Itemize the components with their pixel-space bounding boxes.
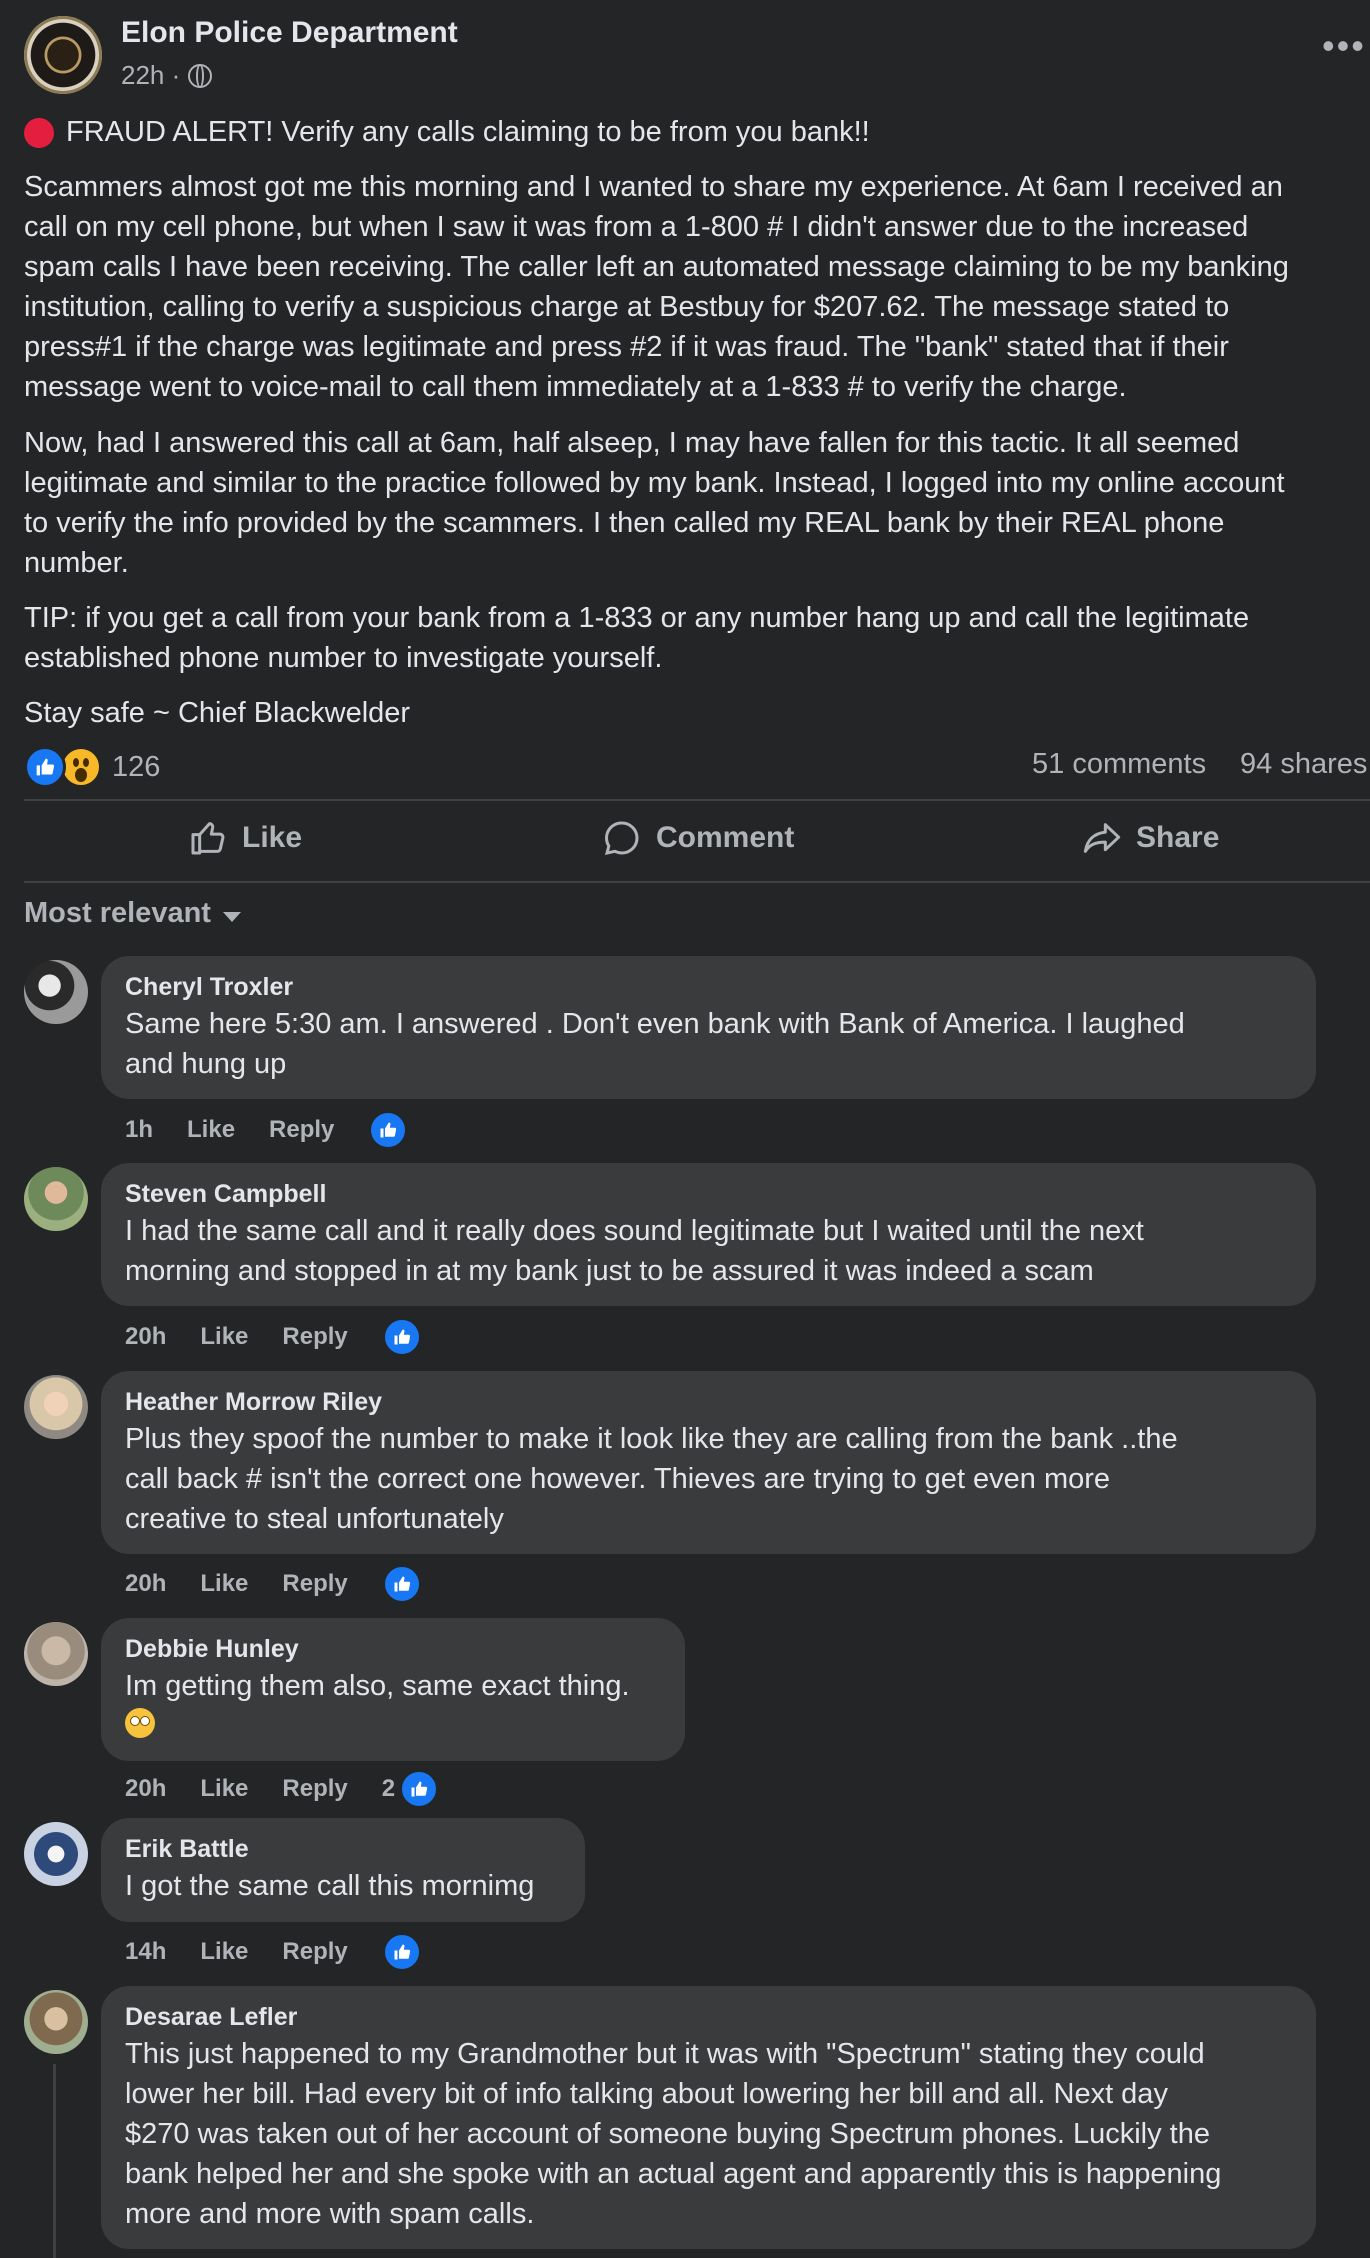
comment-bubble: Cheryl Troxler Same here 5:30 am. I answ… [101,956,1316,1099]
commenter-name[interactable]: Steven Campbell [125,1177,1292,1211]
comment-actions: 20h Like Reply [125,1564,456,1604]
comment-text: This just happened to my Grandmother but… [125,2038,1222,2230]
comment-like-button[interactable]: Like [200,1323,248,1351]
post-signoff: Stay safe ~ Chief Blackwelder [24,697,411,729]
like-reaction-icon[interactable] [381,1564,422,1604]
alert-title-line: FRAUD ALERT! Verify any calls claiming t… [24,116,870,149]
shares-count[interactable]: 94 shares [1240,748,1367,781]
commenter-avatar[interactable] [24,1822,88,1886]
comment-time[interactable]: 20h [125,1570,166,1598]
thumbs-up-icon [191,822,225,855]
comment-time[interactable]: 1h [125,1116,153,1144]
comment-bubble: Debbie Hunley Im getting them also, same… [101,1618,685,1761]
alert-title: FRAUD ALERT! Verify any calls claiming t… [66,116,870,148]
post-paragraph-3: TIP: if you get a call from your bank fr… [24,602,1250,674]
comment-like-button[interactable]: Like [200,1570,248,1598]
comment-text: I had the same call and it really does s… [125,1215,1144,1287]
comment-bubble: Desarae Lefler This just happened to my … [101,1986,1316,2249]
sort-label: Most relevant [24,897,211,929]
like-reaction-icon[interactable] [381,1932,422,1972]
commenter-avatar[interactable] [24,1375,88,1439]
stop-sign-icon [24,117,54,148]
comment-reaction-count: 2 [381,1775,396,1802]
wow-eye-left [73,758,79,767]
wow-mouth [75,768,87,782]
divider-top [24,799,1370,801]
comment-text: Same here 5:30 am. I answered . Don't ev… [125,1008,1185,1080]
reply-thread-line [53,2064,56,2258]
eye-roll-emoji-icon [125,1708,155,1738]
commenter-name[interactable]: Debbie Hunley [125,1632,661,1666]
more-options-icon[interactable]: ••• [1322,28,1366,64]
commenter-name[interactable]: Heather Morrow Riley [125,1385,1292,1419]
comment-label: Comment [656,821,795,854]
share-button[interactable]: Share [1082,818,1219,858]
post-time[interactable]: 22h · [121,60,180,91]
comment-like-button[interactable]: Like [200,1775,248,1803]
commenter-avatar[interactable] [24,1622,88,1686]
comment-actions: 14h Like Reply [125,1932,456,1972]
comment-reply-button[interactable]: Reply [282,1323,347,1351]
like-reaction-icon[interactable] [381,1317,422,1357]
reaction-count: 126 [112,750,161,783]
comment-like-button[interactable]: Like [200,1938,248,1966]
post-paragraph-1: Scammers almost got me this morning and … [24,171,1289,403]
comment-bubble: Heather Morrow Riley Plus they spoof the… [101,1371,1316,1554]
comment-bubble-icon [604,821,639,855]
like-reaction-icon [24,746,66,788]
commenter-avatar[interactable] [24,1990,88,2054]
comment-button[interactable]: Comment [602,818,794,858]
wow-eye-right [83,758,89,767]
commenter-name[interactable]: Cheryl Troxler [125,970,1292,1004]
comment-text: I got the same call this mornimg [125,1870,535,1902]
comment-like-button[interactable]: Like [187,1116,235,1144]
page-name[interactable]: Elon Police Department [121,16,458,50]
comment-actions: 20h Like Reply 2 [125,1769,473,1809]
comment-time[interactable]: 14h [125,1938,166,1966]
comment-reply-button[interactable]: Reply [282,1570,347,1598]
comment-actions: 1h Like Reply [125,1110,442,1150]
like-reaction-icon[interactable] [399,1769,440,1809]
commenter-avatar[interactable] [24,1167,88,1231]
like-label: Like [242,821,303,854]
globe-icon [188,63,213,88]
wow-reaction-icon [60,746,102,788]
like-reaction-icon[interactable] [368,1110,409,1150]
commenter-avatar[interactable] [24,960,88,1024]
comment-actions: 20h Like Reply [125,1317,456,1357]
share-arrow-icon [1083,823,1121,853]
comment-text: Plus they spoof the number to make it lo… [125,1423,1178,1535]
sort-dropdown[interactable]: Most relevant [24,897,241,930]
comments-count[interactable]: 51 comments [1032,748,1206,781]
comment-bubble: Steven Campbell I had the same call and … [101,1163,1316,1306]
comment-text: Im getting them also, same exact thing. [125,1670,630,1702]
commenter-name[interactable]: Erik Battle [125,1832,561,1866]
comment-time[interactable]: 20h [125,1323,166,1351]
comment-time[interactable]: 20h [125,1775,166,1803]
like-button[interactable]: Like [188,818,302,858]
chevron-down-icon [222,911,241,922]
reaction-summary[interactable]: 126 [24,746,160,788]
page-avatar[interactable] [24,16,102,94]
share-label: Share [1136,821,1220,854]
post-paragraph-2: Now, had I answered this call at 6am, ha… [24,427,1285,579]
comment-reply-button[interactable]: Reply [282,1938,347,1966]
comment-bubble: Erik Battle I got the same call this mor… [101,1818,585,1922]
divider-bottom [24,881,1370,883]
post-meta: 22h · [121,60,213,91]
comment-reply-button[interactable]: Reply [282,1775,347,1803]
comment-reply-button[interactable]: Reply [269,1116,334,1144]
commenter-name[interactable]: Desarae Lefler [125,2000,1292,2034]
